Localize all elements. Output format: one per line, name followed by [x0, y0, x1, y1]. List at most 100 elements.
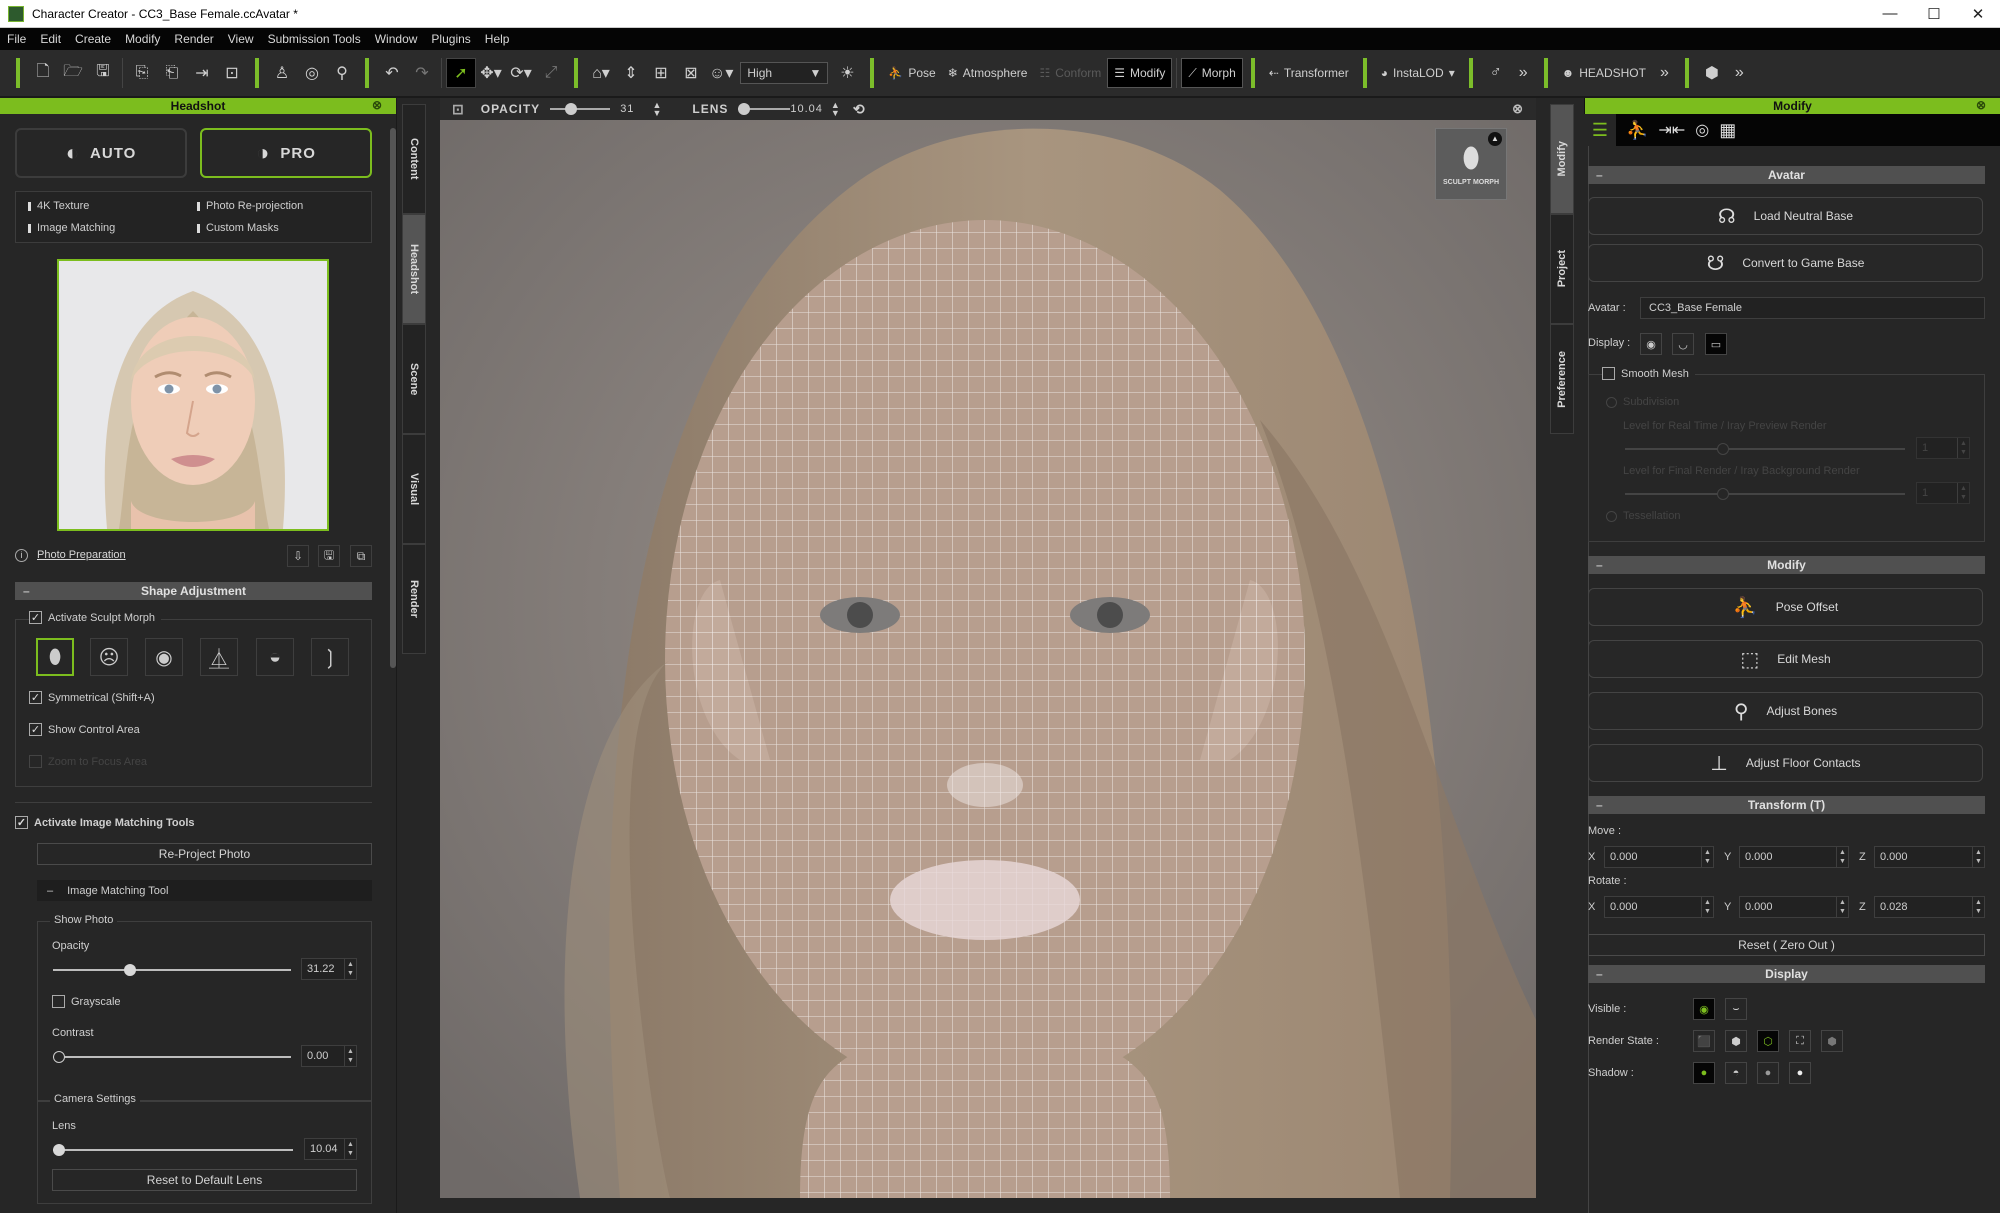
final-level-knob[interactable] [1717, 488, 1729, 500]
modify-button[interactable]: ☰ Modify [1107, 58, 1173, 88]
image-matching-tool-header[interactable]: – Image Matching Tool [37, 880, 372, 901]
tessellation-radio[interactable]: Tessellation [1606, 510, 1680, 522]
zoom-to-focus-checkbox[interactable]: Zoom to Focus Area [29, 755, 147, 768]
render-faceted-cube-icon[interactable]: ⬢ [1725, 1030, 1747, 1052]
import-character-icon[interactable]: ⎘ [127, 58, 157, 88]
final-level-spinbox[interactable]: 1 ▲ ▼ [1916, 482, 1970, 504]
tab-modify[interactable]: Modify [1550, 104, 1574, 214]
load-neutral-base-button[interactable]: ☊ Load Neutral Base [1588, 197, 1983, 235]
face-icon[interactable]: ☺▾ [706, 58, 736, 88]
fit-height-icon[interactable]: ⇕ [616, 58, 646, 88]
fit-all-icon[interactable]: ⊞ [646, 58, 676, 88]
rotate-icon[interactable]: ⟳▾ [506, 58, 536, 88]
avatar-section-header[interactable]: – Avatar [1588, 166, 1985, 184]
adjust-floor-contacts-button[interactable]: ⊥ Adjust Floor Contacts [1588, 744, 1983, 782]
region-eye-button[interactable]: ◉ [145, 638, 183, 676]
viewport-lens-stepper[interactable]: ▲ ▼ [831, 101, 841, 118]
morph-sphere-icon[interactable]: ◎ [297, 58, 327, 88]
plugin-overflow-button[interactable]: » [1727, 64, 1752, 82]
redo-icon[interactable]: ↷ [407, 58, 437, 88]
render-bounding-box-icon[interactable]: ⛶ [1789, 1030, 1811, 1052]
shadow-receive-icon[interactable]: ● [1757, 1062, 1779, 1084]
menu-plugins[interactable]: Plugins [424, 32, 477, 46]
move-y-field[interactable]: 0.000 ▲ ▼ [1739, 846, 1849, 868]
maximize-button[interactable]: ☐ [1912, 0, 1956, 28]
activate-sculpt-morph-checkbox[interactable]: ✓ Activate Sculpt Morph [29, 611, 161, 624]
reset-camera-icon[interactable]: ⟲ [853, 101, 866, 118]
sculpt-morph-badge[interactable]: ⬮ SCULPT MORPH ▲ [1435, 128, 1507, 200]
minimize-button[interactable]: — [1868, 0, 1912, 28]
pose-button[interactable]: ⛹ Pose [882, 58, 941, 88]
render-smooth-cube-icon[interactable]: ⬛ [1693, 1030, 1715, 1052]
left-panel-scrollbar[interactable] [390, 128, 396, 668]
display-teeth-icon[interactable]: ▭ [1705, 333, 1727, 355]
shape-adjustment-header[interactable]: – Shape Adjustment [15, 582, 372, 600]
render-xray-cube-icon[interactable]: ⬢ [1821, 1030, 1843, 1052]
morph-button[interactable]: ⟋ Morph [1181, 58, 1243, 88]
quality-select[interactable]: High ▼ [740, 62, 829, 84]
menu-view[interactable]: View [221, 32, 261, 46]
symmetrical-checkbox[interactable]: ✓ Symmetrical (Shift+A) [29, 691, 155, 704]
save-photo-icon[interactable]: 🖫 [318, 545, 340, 567]
menu-help[interactable]: Help [478, 32, 517, 46]
tab-motion-icon[interactable]: ⛹ [1626, 120, 1648, 141]
reset-lens-button[interactable]: Reset to Default Lens [52, 1169, 357, 1191]
adjust-bones-button[interactable]: ⚲ Adjust Bones [1588, 692, 1983, 730]
tab-headshot[interactable]: Headshot [402, 214, 426, 324]
reset-zero-out-button[interactable]: Reset ( Zero Out ) [1588, 934, 1985, 956]
save-icon[interactable]: 🖫 [88, 58, 118, 88]
transform-section-header[interactable]: – Transform (T) [1588, 796, 1985, 814]
tab-render[interactable]: Render [402, 544, 426, 654]
convert-game-base-button[interactable]: ☋ Convert to Game Base [1588, 244, 1983, 282]
visible-off-eye-closed-icon[interactable]: ⌣ [1725, 998, 1747, 1020]
pose-offset-button[interactable]: ⛹ Pose Offset [1588, 588, 1983, 626]
conform-button[interactable]: ☷ Conform [1033, 58, 1107, 88]
tab-scene[interactable]: Scene [402, 324, 426, 434]
toolbar-overflow-button[interactable]: » [1511, 64, 1536, 82]
tab-project[interactable]: Project [1550, 214, 1574, 324]
opacity-slider[interactable] [53, 964, 291, 976]
rotate-z-field[interactable]: 0.028 ▲ ▼ [1874, 896, 1985, 918]
viewport-opacity-knob[interactable] [565, 103, 578, 115]
load-photo-icon[interactable]: ⇩ [287, 545, 309, 567]
import-file-icon[interactable]: ⎗ [157, 58, 187, 88]
motion-icon[interactable]: ⚲ [327, 58, 357, 88]
realtime-level-knob[interactable] [1717, 443, 1729, 455]
viewport-opacity-stepper[interactable]: ▲ ▼ [652, 101, 662, 118]
close-panel-icon[interactable]: ⊗ [372, 98, 382, 112]
plugin-cube-icon[interactable]: ⬢ [1697, 58, 1727, 88]
avatar-name-field[interactable]: CC3_Base Female [1640, 297, 1985, 319]
menu-window[interactable]: Window [368, 32, 425, 46]
viewport-scene[interactable] [440, 120, 1536, 1198]
contrast-slider[interactable] [53, 1051, 291, 1063]
menu-file[interactable]: File [0, 32, 33, 46]
show-control-area-checkbox[interactable]: ✓ Show Control Area [29, 723, 140, 736]
lens-slider[interactable] [53, 1144, 293, 1156]
scale-icon[interactable]: ⤢ [536, 58, 566, 88]
lens-spinbox[interactable]: 10.04 ▲ ▼ [304, 1138, 357, 1160]
subdivision-radio[interactable]: Subdivision [1606, 396, 1679, 408]
region-face-button[interactable]: ☹ [90, 638, 128, 676]
tab-parameters-sliders-icon[interactable]: ☰ [1584, 114, 1616, 146]
undo-icon[interactable]: ↶ [377, 58, 407, 88]
tab-content[interactable]: Content [402, 104, 426, 214]
tab-texture-checker-icon[interactable]: ▦ [1719, 120, 1736, 141]
instalod-button[interactable]: ◕ InstaLOD ▾ [1375, 58, 1461, 88]
export-icon[interactable]: ⇥ [187, 58, 217, 88]
realtime-level-slider[interactable] [1625, 443, 1905, 455]
shadow-full-icon[interactable]: ● [1693, 1062, 1715, 1084]
tab-visual[interactable]: Visual [402, 434, 426, 544]
fit-selection-icon[interactable]: ⊠ [676, 58, 706, 88]
contrast-slider-knob[interactable] [53, 1051, 65, 1063]
menu-create[interactable]: Create [68, 32, 118, 46]
viewport-lens-slider[interactable] [738, 103, 791, 115]
close-window-button[interactable]: ✕ [1956, 0, 2000, 28]
render-wireframe-cube-icon[interactable]: ⬡ [1757, 1030, 1779, 1052]
tab-preference[interactable]: Preference [1550, 324, 1574, 434]
move-z-field[interactable]: 0.000 ▲ ▼ [1874, 846, 1985, 868]
opacity-spinbox[interactable]: 31.22 ▲ ▼ [301, 958, 357, 980]
headshot-overflow-button[interactable]: » [1652, 64, 1677, 82]
move-x-field[interactable]: 0.000 ▲ ▼ [1604, 846, 1714, 868]
opacity-slider-knob[interactable] [123, 964, 136, 976]
atmosphere-button[interactable]: ❄ Atmosphere [942, 58, 1034, 88]
